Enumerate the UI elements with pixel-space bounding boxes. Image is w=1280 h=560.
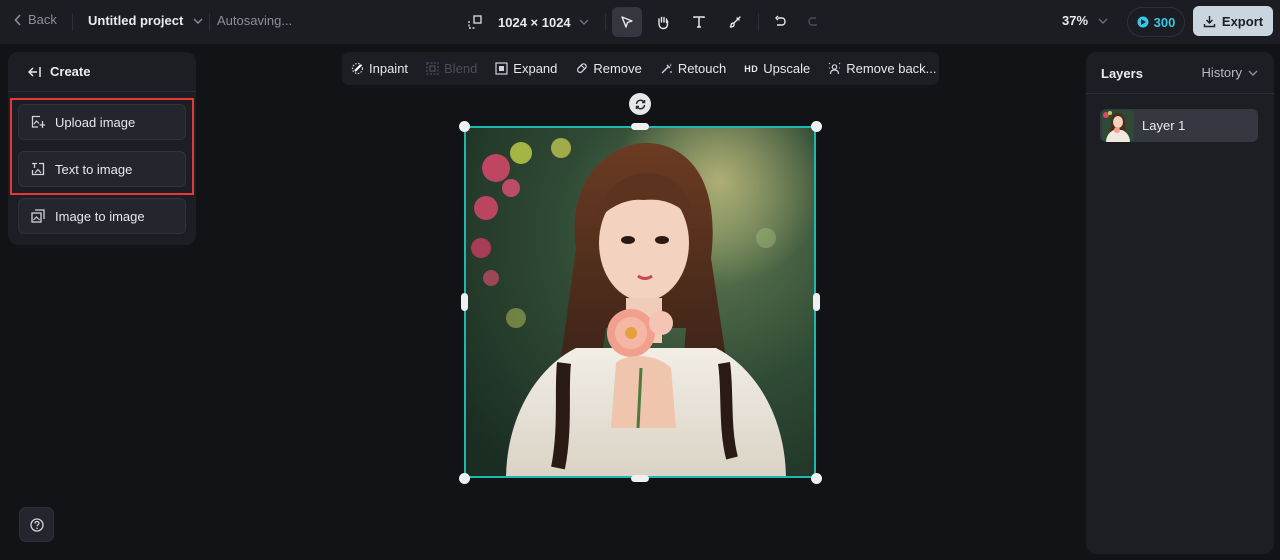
upload-image-icon (31, 115, 45, 128)
canvas-size: 1024 × 1024 (498, 14, 571, 30)
text-tool-button[interactable] (684, 7, 714, 37)
upscale-label: Upscale (763, 61, 811, 76)
project-title-dropdown[interactable]: Untitled project (88, 13, 203, 28)
remove-background-icon (828, 62, 841, 75)
canvas-size-dropdown[interactable]: 1024 × 1024 (498, 15, 589, 30)
divider (604, 13, 606, 31)
layer-thumbnail (1102, 109, 1134, 142)
help-button[interactable] (19, 507, 54, 542)
remove-label: Remove (593, 61, 642, 76)
hand-icon (657, 16, 668, 29)
divider (72, 13, 73, 31)
credits-count: 300 (1153, 14, 1176, 30)
image-to-image-label: Image to image (55, 208, 145, 224)
undo-icon (774, 15, 786, 26)
create-panel: Create Upload image Text to image Image … (8, 52, 196, 245)
upload-image-label: Upload image (55, 114, 136, 130)
upload-image-button[interactable]: Upload image (18, 104, 186, 140)
collapse-icon (28, 66, 41, 77)
resize-icon (468, 15, 482, 29)
retouch-button[interactable]: Retouch (660, 61, 726, 76)
credits-badge[interactable]: 300 (1127, 7, 1185, 37)
back-button[interactable]: Back (14, 12, 57, 27)
image-to-image-button[interactable]: Image to image (18, 198, 186, 234)
create-panel-title: Create (50, 64, 91, 79)
inpaint-label: Inpaint (369, 61, 409, 76)
export-button[interactable]: Export (1193, 6, 1273, 36)
text-to-image-button[interactable]: Text to image (18, 151, 186, 187)
brush-tool-button[interactable] (720, 7, 750, 37)
cursor-icon (620, 16, 633, 28)
blend-icon (426, 62, 439, 75)
eraser-icon (577, 63, 588, 74)
resize-canvas-button[interactable] (460, 7, 490, 37)
select-tool-button[interactable] (611, 7, 642, 37)
chevron-down-icon (1098, 18, 1108, 24)
resize-handle-top-right[interactable] (811, 121, 822, 132)
canvas-tools: 1024 × 1024 (460, 7, 829, 37)
chevron-down-icon (193, 18, 203, 24)
create-panel-header[interactable]: Create (8, 52, 196, 92)
credits-icon (1137, 16, 1149, 28)
resize-handle-top[interactable] (631, 123, 649, 130)
resize-handle-top-left[interactable] (459, 121, 470, 132)
remove-background-button[interactable]: Remove back... (828, 61, 937, 76)
history-dropdown[interactable]: History (1202, 65, 1258, 80)
chevron-down-icon (579, 19, 589, 25)
inpaint-icon (351, 62, 364, 75)
divider (209, 13, 210, 31)
layer-item[interactable]: Layer 1 (1100, 109, 1258, 142)
expand-icon (495, 62, 508, 75)
history-label: History (1201, 65, 1242, 80)
blend-label: Blend (444, 61, 478, 76)
retouch-icon (661, 63, 672, 74)
expand-button[interactable]: Expand (495, 61, 557, 76)
layers-title: Layers (1101, 66, 1143, 81)
rotate-icon (635, 98, 645, 110)
zoom-dropdown[interactable]: 37% (1062, 13, 1108, 28)
autosave-status: Autosaving... (217, 13, 293, 28)
export-label: Export (1221, 13, 1264, 29)
divider (757, 13, 759, 31)
resize-handle-bottom-left[interactable] (459, 473, 470, 484)
blend-button[interactable]: Blend (426, 61, 477, 76)
canvas-image[interactable] (464, 126, 816, 478)
text-to-image-label: Text to image (55, 161, 133, 177)
rotate-handle[interactable] (629, 93, 651, 115)
back-label: Back (28, 12, 57, 27)
resize-handle-left[interactable] (461, 293, 468, 311)
help-icon (29, 517, 44, 532)
redo-icon (807, 17, 817, 26)
remove-button[interactable]: Remove (575, 61, 642, 76)
expand-label: Expand (513, 61, 558, 76)
layers-panel-header: Layers History (1086, 52, 1274, 94)
resize-handle-right[interactable] (813, 293, 820, 311)
undo-button[interactable] (765, 7, 795, 37)
chevron-left-icon (14, 13, 21, 26)
hand-tool-button[interactable] (648, 7, 678, 37)
image-to-image-icon (31, 209, 45, 223)
chevron-down-icon (1248, 70, 1258, 76)
edit-toolbar: Inpaint Blend Expand Remove Retouch HD U… (342, 52, 939, 85)
download-icon (1203, 15, 1216, 27)
zoom-level: 37% (1062, 13, 1089, 28)
retouch-label: Retouch (677, 61, 727, 76)
layer-name: Layer 1 (1142, 118, 1186, 133)
resize-handle-bottom[interactable] (631, 475, 649, 482)
remove-background-label: Remove back... (846, 61, 937, 76)
resize-handle-bottom-right[interactable] (811, 473, 822, 484)
project-title: Untitled project (88, 13, 184, 28)
text-icon (692, 16, 705, 28)
layers-panel: Layers History Layer 1 (1086, 52, 1274, 554)
text-to-image-icon (31, 162, 45, 176)
redo-button[interactable] (799, 7, 829, 37)
brush-icon (729, 16, 741, 28)
upscale-button[interactable]: HD Upscale (744, 61, 810, 76)
portrait-photo (466, 128, 814, 476)
hd-icon: HD (744, 63, 759, 74)
inpaint-button[interactable]: Inpaint (351, 61, 408, 76)
top-bar: Back Untitled project Autosaving... 1024… (0, 0, 1280, 44)
